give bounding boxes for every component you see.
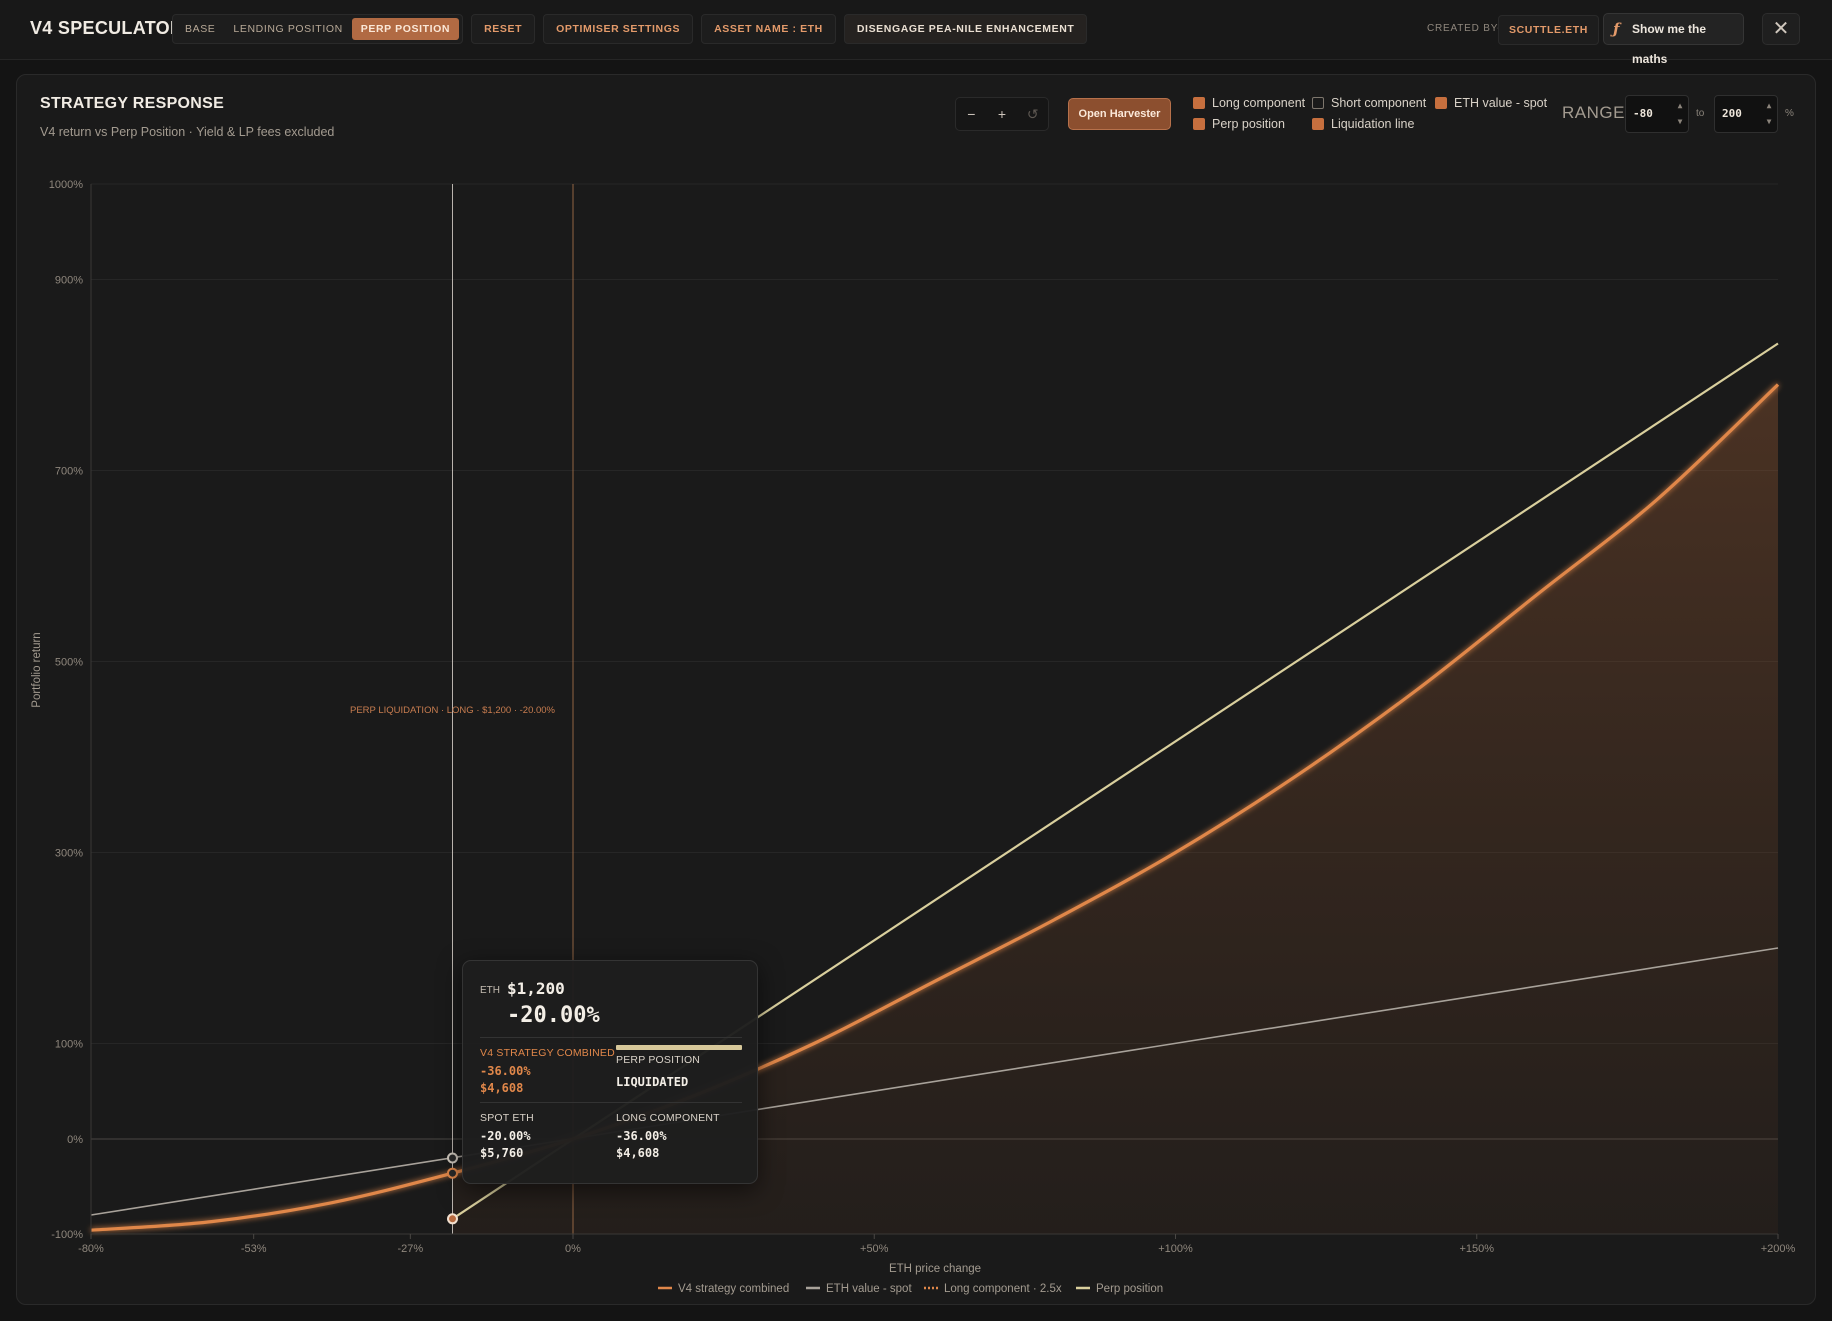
y-tick-label: 300% <box>55 848 83 860</box>
tooltip-long-label: LONG COMPONENT <box>616 1112 720 1124</box>
hover-marker <box>447 1213 458 1225</box>
strategy-chart[interactable]: PERP LIQUIDATION · LONG · $1,200 · -20.0… <box>0 0 1832 1321</box>
x-tick-label: -53% <box>241 1243 267 1255</box>
y-axis-label: Portfolio return <box>31 632 43 707</box>
tooltip-combined-label: V4 STRATEGY COMBINED <box>480 1047 615 1059</box>
divider <box>480 1102 742 1103</box>
tooltip-long-usd: $4,608 <box>616 1146 660 1160</box>
y-tick-label: 500% <box>55 657 83 669</box>
y-tick-label: 0% <box>67 1134 83 1146</box>
x-tick-label: -27% <box>397 1243 423 1255</box>
x-tick-label: +50% <box>860 1243 889 1255</box>
y-tick-label: 100% <box>55 1039 83 1051</box>
legend-label: ETH value - spot <box>826 1283 912 1295</box>
x-axis-label: ETH price change <box>889 1263 981 1275</box>
legend-label: Long component · 2.5x <box>944 1283 1062 1295</box>
tooltip-perp-status: LIQUIDATED <box>616 1075 689 1089</box>
bottom-legend: V4 strategy combined ETH value - spot Long… <box>658 1283 1163 1295</box>
x-tick-label: +150% <box>1459 1243 1494 1255</box>
hover-tooltip: ETH $1,200 -20.00% V4 STRATEGY COMBINED … <box>462 960 758 1184</box>
y-tick-label: -100% <box>51 1229 83 1241</box>
x-tick-label: -80% <box>78 1243 104 1255</box>
tooltip-asset-label: ETH <box>480 985 500 996</box>
tooltip-spot-label: SPOT ETH <box>480 1112 534 1124</box>
y-tick-label: 900% <box>55 275 83 287</box>
x-tick-label: +200% <box>1761 1243 1796 1255</box>
x-tick-label: 0% <box>565 1243 581 1255</box>
y-tick-label: 1000% <box>49 179 83 191</box>
hover-marker <box>447 1152 458 1164</box>
tooltip-spot-usd: $5,760 <box>480 1146 524 1160</box>
x-tick-label: +100% <box>1158 1243 1193 1255</box>
divider <box>480 1037 742 1038</box>
tooltip-combined-pct: -36.00% <box>480 1064 531 1078</box>
tooltip-spot-pct: -20.00% <box>480 1129 531 1143</box>
tooltip-long-pct: -36.00% <box>616 1129 667 1143</box>
legend-label: V4 strategy combined <box>678 1283 789 1295</box>
tooltip-price: $1,200 <box>507 979 565 998</box>
tooltip-change: -20.00% <box>507 1003 600 1028</box>
hover-marker <box>447 1167 458 1179</box>
y-tick-label: 700% <box>55 466 83 478</box>
legend-label: Perp position <box>1096 1283 1163 1295</box>
liquidation-label: PERP LIQUIDATION · LONG · $1,200 · -20.0… <box>350 705 556 716</box>
tooltip-perp-label: PERP POSITION <box>616 1054 701 1066</box>
tooltip-combined-usd: $4,608 <box>480 1081 524 1095</box>
perp-indicator-bar <box>616 1045 742 1050</box>
